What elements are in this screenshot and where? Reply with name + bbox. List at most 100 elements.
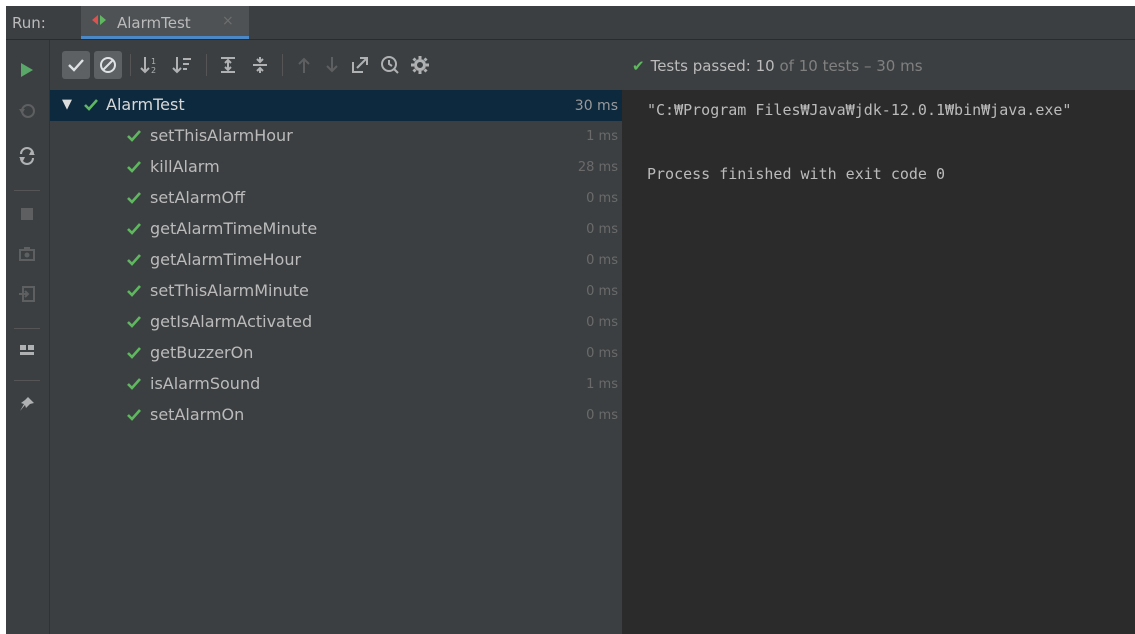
settings-icon — [411, 56, 429, 74]
camera-icon[interactable] — [16, 243, 38, 265]
suite-name: AlarmTest — [106, 95, 185, 114]
next-failed-icon — [326, 57, 338, 73]
show-passed-icon — [68, 59, 84, 72]
settings-button[interactable] — [406, 51, 434, 79]
passed-check-icon — [127, 347, 141, 359]
tab-close-icon[interactable]: × — [222, 13, 234, 29]
collapse-all-icon — [253, 57, 267, 73]
test-row[interactable]: getAlarmTimeHour 0 ms — [50, 245, 622, 276]
history-icon — [381, 56, 399, 74]
svg-text:2: 2 — [151, 66, 156, 74]
collapse-all-button[interactable] — [246, 51, 274, 79]
show-ignored-icon — [100, 57, 116, 73]
rerun-failed-icon[interactable] — [16, 100, 38, 122]
expand-all-icon — [221, 57, 235, 73]
total-tests: of 10 tests — [774, 57, 860, 75]
export-button[interactable] — [346, 51, 374, 79]
layout-icon[interactable] — [16, 339, 38, 361]
test-name: getBuzzerOn — [150, 343, 254, 362]
test-duration: 0 ms — [586, 222, 618, 237]
passed-check-icon — [127, 285, 141, 297]
test-name: killAlarm — [150, 157, 220, 176]
test-duration: 28 ms — [577, 160, 618, 175]
console-exit-line: Process finished with exit code 0 — [647, 165, 946, 183]
tree-root-row[interactable]: ▼ AlarmTest 30 ms — [50, 90, 622, 121]
test-row[interactable]: getBuzzerOn 0 ms — [50, 338, 622, 369]
passed-check-icon — [127, 130, 141, 142]
test-name: getAlarmTimeMinute — [150, 219, 318, 238]
passed-check-icon: ✔ — [632, 57, 645, 75]
test-name: setThisAlarmMinute — [150, 281, 309, 300]
tab-alarmtest[interactable]: AlarmTest × — [81, 6, 249, 39]
passed-count: 10 — [755, 57, 775, 75]
passed-check-icon — [127, 409, 141, 421]
expand-all-button[interactable] — [214, 51, 242, 79]
test-name: setAlarmOff — [150, 188, 246, 207]
tab-title: AlarmTest — [117, 14, 191, 32]
test-row[interactable]: setAlarmOff 0 ms — [50, 183, 622, 214]
test-duration: 1 ms — [586, 129, 618, 144]
toggle-auto-test-icon[interactable] — [16, 145, 38, 167]
test-row[interactable]: setThisAlarmMinute 0 ms — [50, 276, 622, 307]
import-tests-icon[interactable] — [16, 283, 38, 305]
test-row[interactable]: getAlarmTimeMinute 0 ms — [50, 214, 622, 245]
side-separator — [14, 328, 40, 329]
toolbar-separator — [130, 54, 131, 76]
test-name: setAlarmOn — [150, 405, 245, 424]
test-tree: ▼ AlarmTest 30 ms setThisAlarmHour 1 ms ki… — [50, 90, 623, 634]
run-tool-window: Run: AlarmTest × 1 2 ✔ Tests passed: 10 … — [6, 6, 1135, 634]
side-separator — [14, 380, 40, 381]
pin-icon[interactable] — [16, 393, 38, 415]
sort-alphabetically-icon: 12 — [140, 57, 156, 74]
show-passed-button[interactable] — [62, 51, 90, 79]
export-icon — [352, 57, 368, 73]
test-row[interactable]: setThisAlarmHour 1 ms — [50, 121, 622, 152]
test-row[interactable]: getIsAlarmActivated 0 ms — [50, 307, 622, 338]
passed-check-icon — [127, 378, 141, 390]
test-row[interactable]: setAlarmOn 0 ms — [50, 400, 622, 431]
previous-failed-icon — [298, 57, 310, 73]
test-duration: 0 ms — [586, 408, 618, 423]
expand-arrow-icon[interactable]: ▼ — [62, 97, 72, 112]
test-name: getAlarmTimeHour — [150, 250, 302, 269]
test-duration: 0 ms — [586, 284, 618, 299]
total-duration: – 30 ms — [859, 57, 923, 75]
test-name: getIsAlarmActivated — [150, 312, 313, 331]
show-ignored-button[interactable] — [94, 51, 122, 79]
passed-check-icon — [127, 161, 141, 173]
passed-check-icon — [127, 316, 141, 328]
console-command-line: "C:₩Program Files₩Java₩jdk-12.0.1₩bin₩ja… — [647, 101, 1072, 119]
passed-check-icon — [127, 223, 141, 235]
test-config-icon — [92, 15, 106, 25]
sort-alphabetically-button[interactable]: 12 — [136, 51, 164, 79]
test-duration: 0 ms — [586, 346, 618, 361]
run-label: Run: — [12, 14, 46, 32]
status-label: Tests passed: — [650, 57, 756, 75]
side-separator — [14, 190, 40, 191]
test-duration: 1 ms — [586, 377, 618, 392]
sort-by-duration-icon — [172, 57, 191, 74]
toolbar-separator — [206, 54, 207, 76]
test-row[interactable]: killAlarm 28 ms — [50, 152, 622, 183]
passed-check-icon — [84, 99, 98, 111]
history-button[interactable] — [376, 51, 404, 79]
sort-by-duration-button[interactable] — [168, 51, 196, 79]
run-tab-bar: Run: AlarmTest × — [6, 6, 1135, 40]
test-name: setThisAlarmHour — [150, 126, 293, 145]
rerun-icon[interactable] — [16, 59, 38, 81]
test-status: ✔ Tests passed: 10 of 10 tests – 30 ms — [632, 57, 923, 75]
next-failed-button[interactable] — [318, 51, 346, 79]
previous-failed-button[interactable] — [290, 51, 318, 79]
console-output[interactable]: "C:₩Program Files₩Java₩jdk-12.0.1₩bin₩ja… — [623, 90, 1135, 634]
test-row[interactable]: isAlarmSound 1 ms — [50, 369, 622, 400]
passed-check-icon — [127, 254, 141, 266]
test-name: isAlarmSound — [150, 374, 261, 393]
suite-duration: 30 ms — [574, 98, 618, 114]
run-side-toolbar — [6, 40, 50, 634]
toolbar-separator — [282, 54, 283, 76]
passed-check-icon — [127, 192, 141, 204]
test-duration: 0 ms — [586, 315, 618, 330]
stop-icon[interactable] — [16, 203, 38, 225]
test-runner-toolbar: 12 ✔ Tests passed: 10 of 10 tests – 30 m… — [50, 40, 1135, 90]
svg-text:1: 1 — [151, 57, 156, 66]
